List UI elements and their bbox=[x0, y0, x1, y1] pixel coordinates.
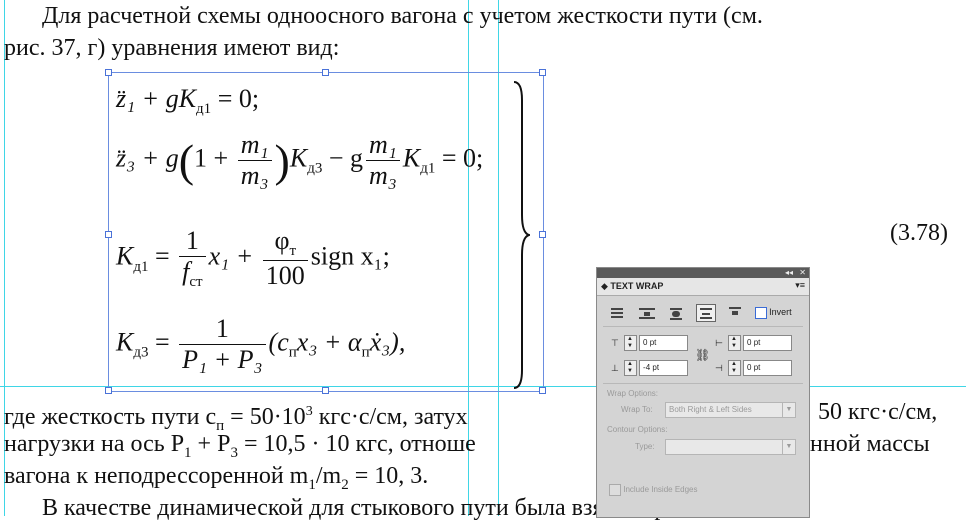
paragraph-line-2: рис. 37, г) уравнения имеют вид: bbox=[4, 35, 340, 61]
bottom-offset: ⊥ ▲ ▼ -4 pt bbox=[611, 360, 689, 376]
right-offset-icon: ⊣ bbox=[715, 363, 723, 373]
frame-handle-br[interactable] bbox=[539, 387, 546, 394]
separator bbox=[603, 383, 803, 384]
top-offset: ⊤ ▲ ▼ 0 pt bbox=[611, 335, 689, 351]
contour-options-label: Contour Options: bbox=[607, 425, 668, 434]
jump-to-next-column-button[interactable] bbox=[725, 304, 745, 322]
paragraph-line-3-right: 50 кгс·с/см, bbox=[818, 399, 938, 425]
left-offset-icon: ⊢ bbox=[715, 338, 723, 348]
contour-type-dropdown[interactable]: ▼ bbox=[665, 439, 796, 455]
frame-handle-tl[interactable] bbox=[105, 69, 112, 76]
invert-checkbox[interactable] bbox=[754, 307, 767, 319]
chevron-down-icon: ▼ bbox=[782, 403, 795, 417]
panel-menu-icon[interactable]: ▾≡ bbox=[795, 280, 805, 291]
invert-checkbox-group[interactable]: Invert bbox=[754, 307, 792, 319]
collapse-icon[interactable]: ◂◂ bbox=[785, 268, 793, 278]
right-offset: ⊣ ▲ ▼ 0 pt bbox=[715, 360, 793, 376]
left-offset-stepper[interactable]: ▲ ▼ bbox=[727, 335, 741, 351]
equation-2: z̈₃ + g(1 + m₁ m₃)Kд3 − g m₁ m₃ Kд1 = 0; bbox=[116, 130, 484, 190]
wrap-to-dropdown[interactable]: Both Right & Left Sides ▼ bbox=[665, 402, 796, 418]
frame-handle-mr[interactable] bbox=[539, 231, 546, 238]
no-wrap-button[interactable] bbox=[607, 304, 627, 322]
jump-object-button[interactable] bbox=[695, 304, 716, 322]
right-brace bbox=[513, 81, 530, 389]
wrap-object-shape-button[interactable] bbox=[666, 304, 686, 322]
link-offsets-icon[interactable]: ⛓ bbox=[695, 348, 710, 362]
frame-handle-tc[interactable] bbox=[322, 69, 329, 76]
paragraph-line-1: Для расчетной схемы одноосного вагона с … bbox=[42, 3, 763, 29]
paragraph-line-4-right: нной массы bbox=[810, 431, 930, 457]
right-offset-field[interactable]: 0 pt bbox=[743, 360, 793, 376]
frame-handle-tr[interactable] bbox=[539, 69, 546, 76]
wrap-options-label: Wrap Options: bbox=[607, 389, 658, 398]
frame-handle-bl[interactable] bbox=[105, 387, 112, 394]
equation-number: (3.78) bbox=[890, 220, 948, 246]
wrap-bounding-box-button[interactable] bbox=[637, 304, 657, 322]
panel-tab[interactable]: ◆ TEXT WRAP ▾≡ bbox=[597, 278, 809, 296]
wrap-to-label: Wrap To: bbox=[621, 405, 653, 414]
left-offset: ⊢ ▲ ▼ 0 pt bbox=[715, 335, 793, 351]
left-offset-field[interactable]: 0 pt bbox=[743, 335, 793, 351]
close-icon[interactable]: ✕ bbox=[799, 268, 806, 278]
type-label: Type: bbox=[635, 442, 655, 451]
include-inside-edges[interactable]: Include Inside Edges bbox=[609, 484, 698, 496]
equation-3: Kд1 = 1 fст x₁ + φт 100 sign x₁; bbox=[116, 226, 390, 291]
panel-titlebar[interactable]: ◂◂ ✕ bbox=[597, 268, 809, 278]
separator bbox=[603, 326, 803, 327]
top-offset-field[interactable]: 0 pt bbox=[639, 335, 689, 351]
chevron-down-icon: ▼ bbox=[782, 440, 795, 454]
top-offset-icon: ⊤ bbox=[611, 338, 619, 348]
panel-title: ◆ TEXT WRAP bbox=[601, 281, 664, 291]
top-offset-stepper[interactable]: ▲ ▼ bbox=[623, 335, 637, 351]
equation-1: z̈₁ + gKд1 = 0; bbox=[116, 84, 260, 118]
frame-handle-bc[interactable] bbox=[322, 387, 329, 394]
bottom-offset-icon: ⊥ bbox=[611, 363, 619, 373]
right-offset-stepper[interactable]: ▲ ▼ bbox=[727, 360, 741, 376]
equation-4: Kд3 = 1 P₁ + P₃ (cпx₃ + αпẋ₃), bbox=[116, 314, 406, 374]
bottom-offset-field[interactable]: -4 pt bbox=[639, 360, 689, 376]
text-wrap-panel[interactable]: ◂◂ ✕ ◆ TEXT WRAP ▾≡ Invert ⊤ ▲ ▼ 0 pt ⊥ ▲… bbox=[596, 267, 810, 518]
frame-handle-ml[interactable] bbox=[105, 231, 112, 238]
bottom-offset-stepper[interactable]: ▲ ▼ bbox=[623, 360, 637, 376]
wrap-mode-buttons: Invert bbox=[607, 304, 792, 322]
include-inside-edges-checkbox[interactable] bbox=[609, 484, 621, 496]
